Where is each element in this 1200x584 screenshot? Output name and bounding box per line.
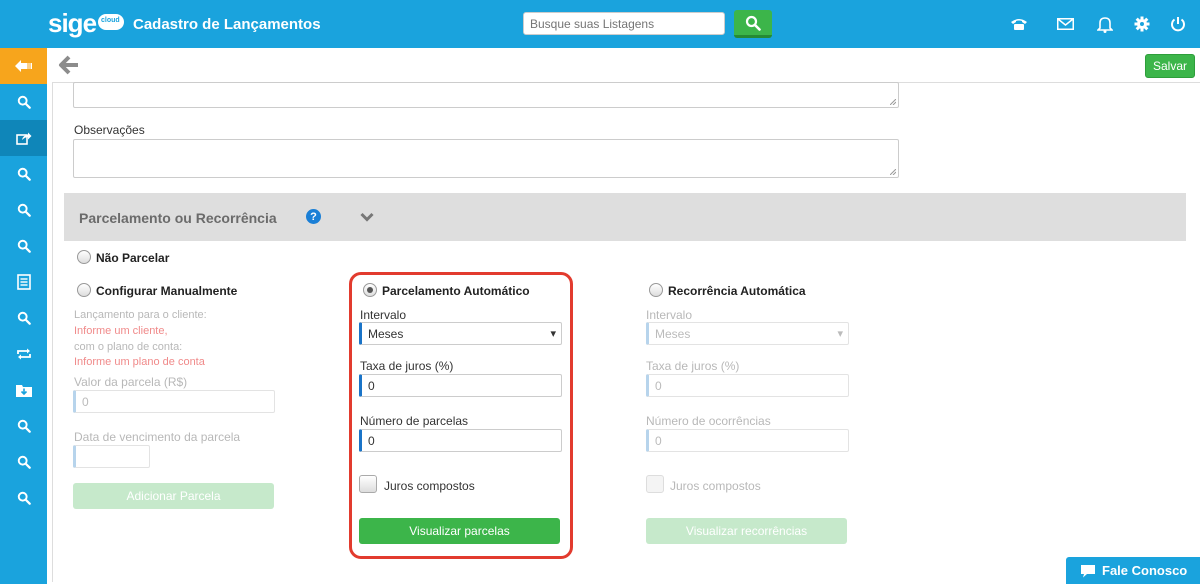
help-icon[interactable]: ? [306,209,321,224]
logo[interactable]: sige cloud [48,8,125,39]
back-button[interactable] [58,54,80,79]
sidebar-item-repeat[interactable] [0,336,47,372]
radio-label-recorrencia-automatica: Recorrência Automática [668,284,806,298]
radio-label-nao-parcelar: Não Parcelar [96,251,170,265]
top-bar: sige cloud Cadastro de Lançamentos [0,0,1200,48]
sidebar-item-search-5[interactable] [0,300,47,336]
recorrencia-taxa-input[interactable]: 0 [646,374,849,397]
share-icon [15,132,31,145]
taxa-juros-label: Taxa de juros (%) [360,359,454,373]
sidebar [0,48,47,584]
search-input[interactable] [523,12,725,35]
search-icon [17,311,31,325]
page-title: Cadastro de Lançamentos [133,16,321,33]
download-icon [15,385,32,397]
vencimento-label: Data de vencimento da parcela [74,430,241,444]
cloud-icon: cloud [98,14,125,30]
juros-compostos-label: Juros compostos [384,479,475,493]
visualizar-parcelas-button[interactable]: Visualizar parcelas [359,518,560,544]
fale-conosco-label: Fale Conosco [1102,563,1188,578]
manual-plan-line: com o plano de conta: [74,341,183,353]
adicionar-parcela-button[interactable]: Adicionar Parcela [73,483,274,509]
arrow-left-icon [59,55,78,75]
visualizar-recorrencias-button[interactable]: Visualizar recorrências [646,518,847,544]
sidebar-item-search-6[interactable] [0,408,47,444]
radio-label-parcelamento-automatico: Parcelamento Automático [382,284,530,298]
section-title: Parcelamento ou Recorrência [79,210,277,226]
sidebar-item-share[interactable] [0,120,47,156]
search-button[interactable] [734,10,772,38]
observacoes-label: Observações [74,123,145,137]
bell-icon[interactable] [1095,14,1115,34]
chat-bubble-icon [1081,564,1095,577]
numero-ocorrencias-label: Número de ocorrências [646,414,771,428]
power-icon[interactable] [1168,14,1188,34]
fale-conosco-button[interactable]: Fale Conosco [1066,557,1200,584]
valor-parcela-label: Valor da parcela (R$) [74,375,188,389]
sidebar-item-search-8[interactable] [0,480,47,516]
radio-configurar-manualmente[interactable] [77,283,91,297]
recorrencia-juros-label: Juros compostos [670,479,761,493]
chevron-down-icon[interactable] [360,212,374,222]
manual-client-line: Lançamento para o cliente: [74,309,207,321]
valor-parcela-input[interactable]: 0 [73,390,275,413]
radio-nao-parcelar[interactable] [77,250,91,264]
search-icon [17,203,31,217]
back-icon [14,60,32,72]
manual-client-warning: Informe um cliente, [74,325,168,337]
search-icon [17,167,31,181]
sidebar-item-search-4[interactable] [0,228,47,264]
mail-icon[interactable] [1055,14,1075,34]
sidebar-item-download[interactable] [0,372,47,408]
recorrencia-taxa-label: Taxa de juros (%) [646,359,740,373]
numero-ocorrencias-input[interactable]: 0 [646,429,849,452]
sidebar-item-search-3[interactable] [0,192,47,228]
taxa-juros-input[interactable]: 0 [359,374,562,397]
recorrencia-intervalo-label: Intervalo [646,308,693,322]
intervalo-label: Intervalo [360,308,407,322]
sidebar-item-search-7[interactable] [0,444,47,480]
sidebar-item-report[interactable] [0,264,47,300]
repeat-icon [16,348,31,360]
resize-handle-icon [890,99,896,105]
radio-label-configurar-manualmente: Configurar Manualmente [96,284,238,298]
recorrencia-juros-checkbox[interactable] [646,475,664,493]
save-button[interactable]: Salvar [1145,54,1195,78]
observacoes-textarea[interactable] [73,139,899,178]
resize-handle-icon [890,169,896,175]
search-icon [17,239,31,253]
search-icon [17,491,31,505]
manual-plan-warning: Informe um plano de conta [74,356,205,368]
search-icon [17,419,31,433]
description-textarea[interactable] [73,82,899,108]
report-icon [16,274,31,290]
intervalo-select[interactable]: Meses [359,322,562,345]
vencimento-input[interactable] [73,445,150,468]
gear-icon[interactable] [1132,14,1152,34]
numero-parcelas-label: Número de parcelas [360,414,469,428]
radio-parcelamento-automatico[interactable] [363,283,377,297]
phone-icon[interactable] [1009,14,1029,34]
recorrencia-intervalo-select[interactable]: Meses [646,322,849,345]
juros-compostos-checkbox[interactable] [359,475,377,493]
search-icon [17,95,31,109]
sidebar-item-search-2[interactable] [0,156,47,192]
search-icon [745,15,761,31]
radio-recorrencia-automatica[interactable] [649,283,663,297]
numero-parcelas-input[interactable]: 0 [359,429,562,452]
search-icon [17,455,31,469]
sidebar-item-search-1[interactable] [0,84,47,120]
sidebar-item-back[interactable] [0,48,47,84]
